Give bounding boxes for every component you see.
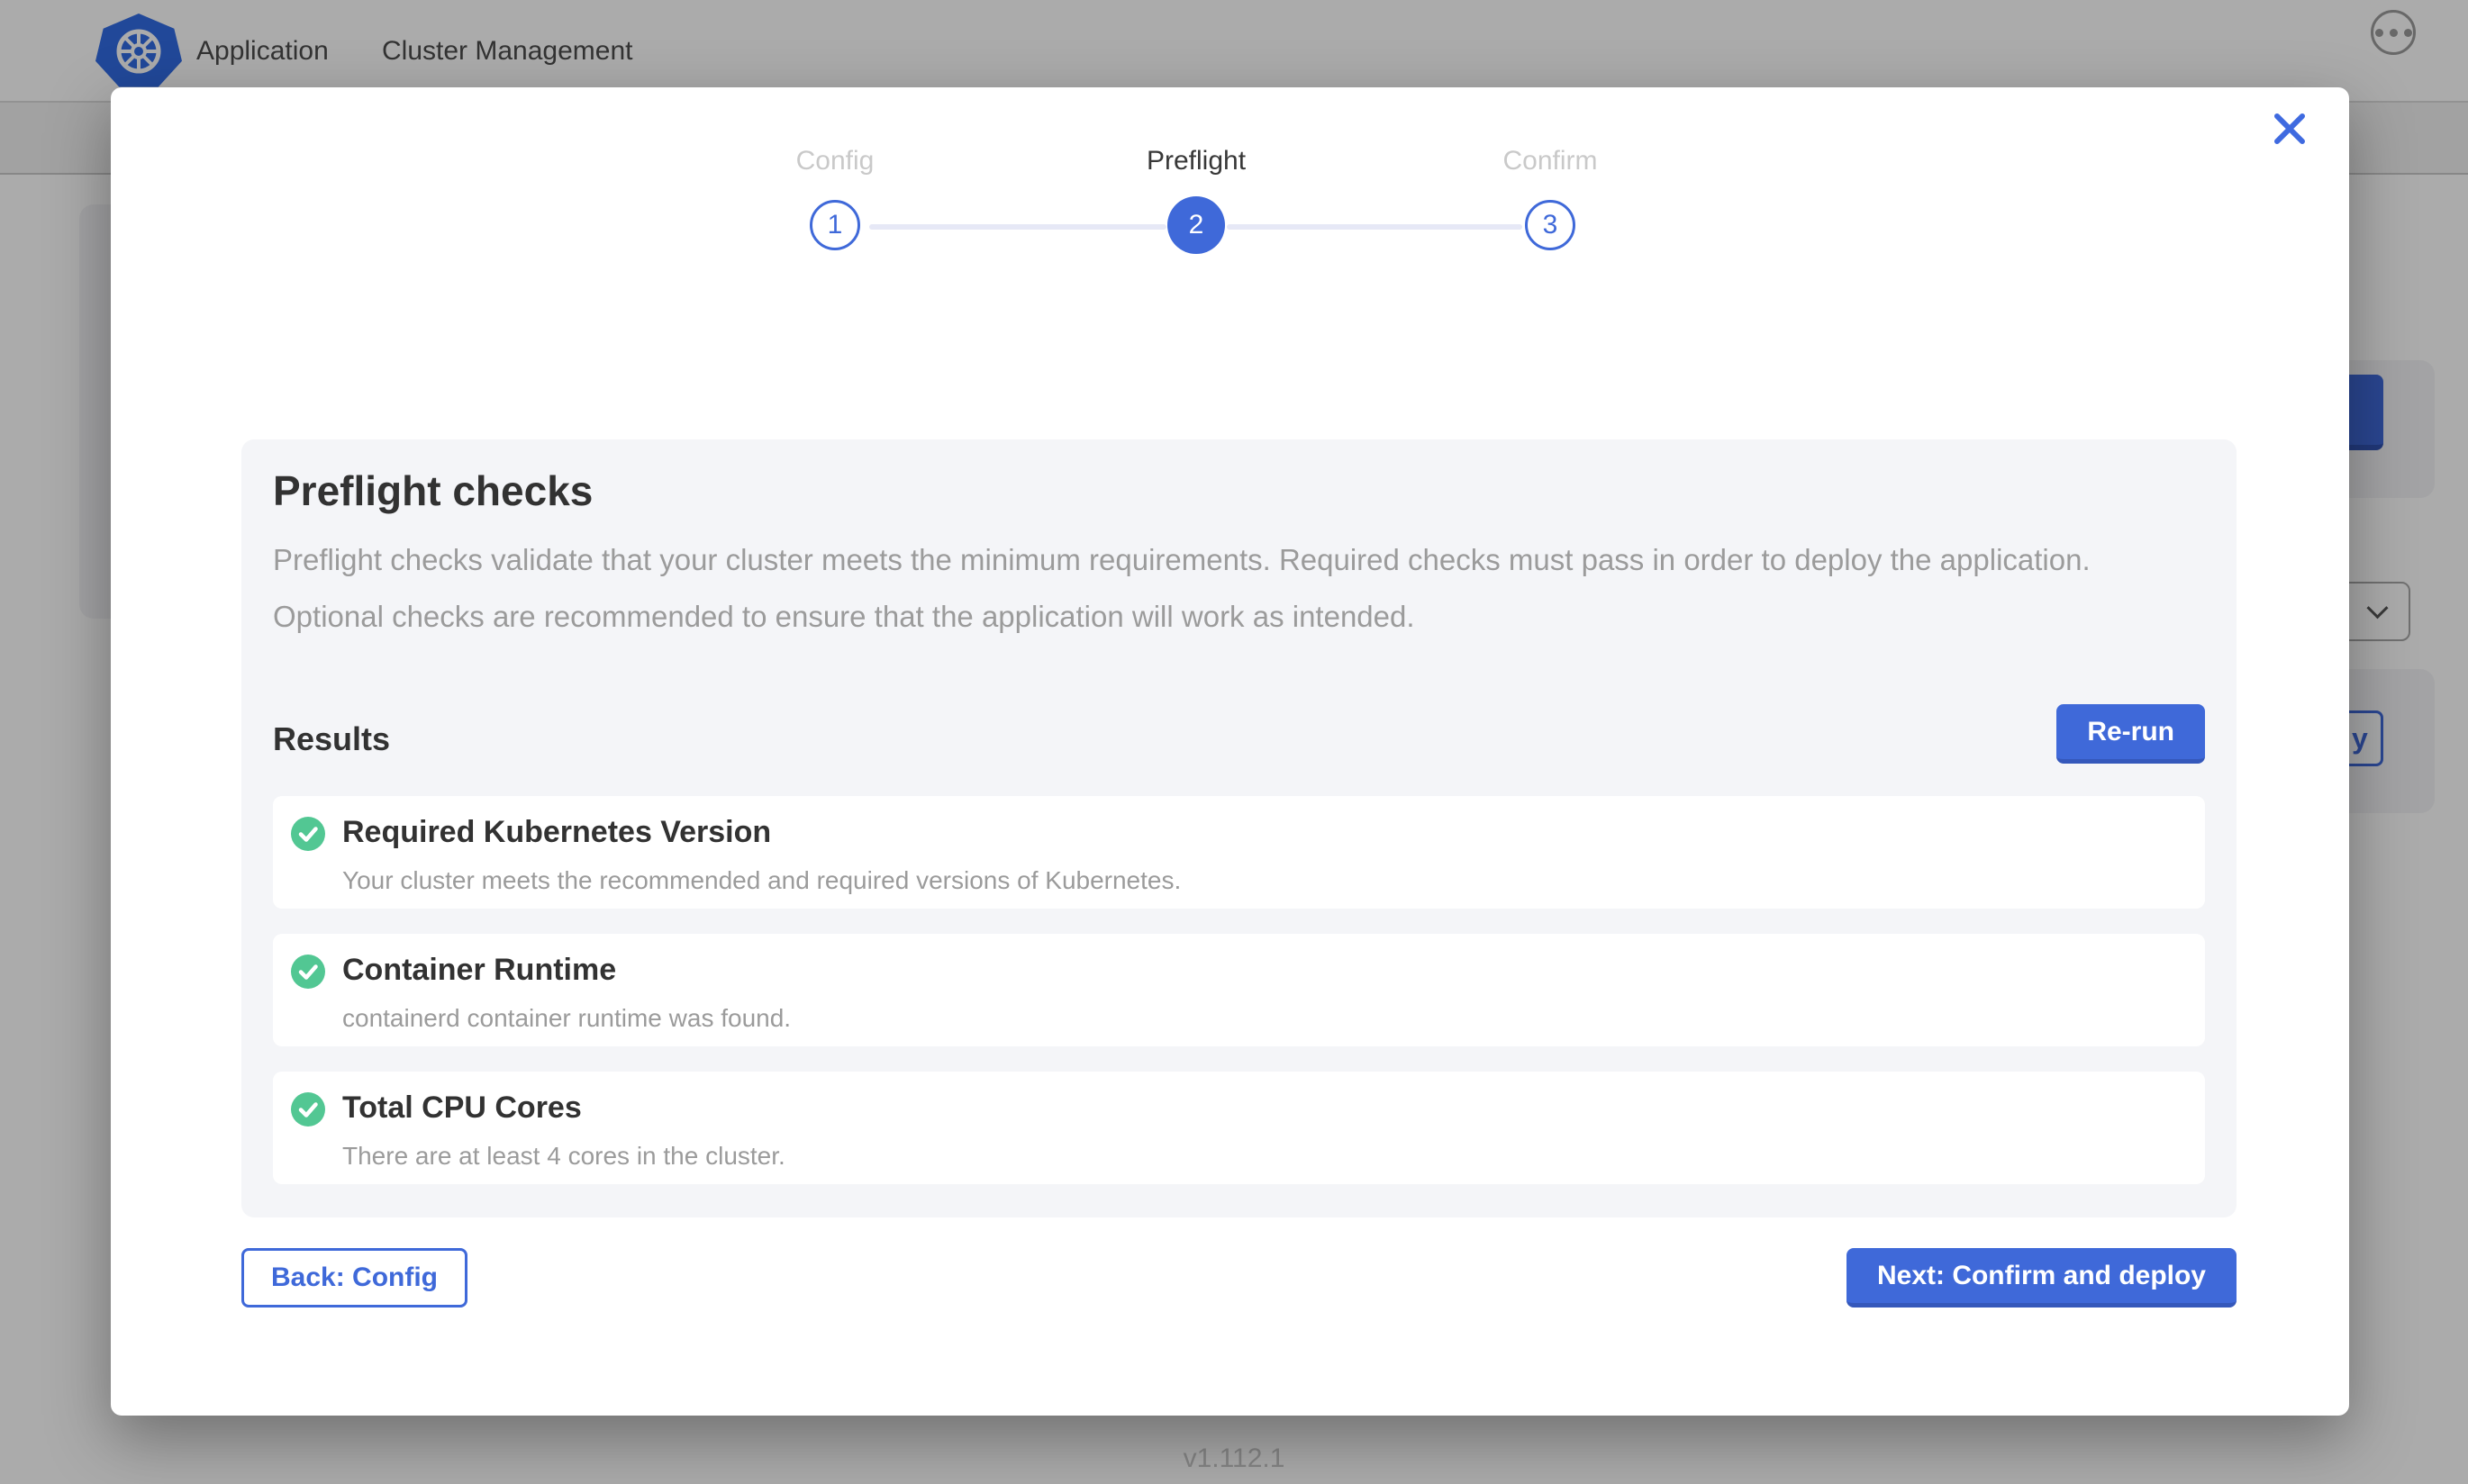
- check-card: Total CPU Cores There are at least 4 cor…: [273, 1072, 2205, 1184]
- step-label: Config: [682, 146, 988, 176]
- check-title: Total CPU Cores: [342, 1090, 785, 1126]
- back-button[interactable]: Back: Config: [241, 1248, 467, 1308]
- panel-title: Preflight checks: [273, 466, 2205, 515]
- step-label: Confirm: [1397, 146, 1703, 176]
- step-confirm[interactable]: Confirm 3: [1397, 146, 1703, 250]
- close-icon[interactable]: [2268, 107, 2311, 150]
- stepper-connector: [1227, 224, 1522, 230]
- rerun-button[interactable]: Re-run: [2056, 704, 2205, 764]
- stepper-connector: [869, 224, 1166, 230]
- step-label: Preflight: [1043, 146, 1349, 176]
- check-description: containerd container runtime was found.: [342, 1004, 791, 1033]
- check-pass-icon: [291, 955, 325, 989]
- preflight-panel: Preflight checks Preflight checks valida…: [241, 439, 2237, 1217]
- check-pass-icon: [291, 817, 325, 851]
- panel-description: Preflight checks validate that your clus…: [273, 531, 2205, 645]
- step-number: 1: [810, 200, 860, 250]
- check-card: Required Kubernetes Version Your cluster…: [273, 796, 2205, 909]
- check-pass-icon: [291, 1092, 325, 1127]
- check-title: Required Kubernetes Version: [342, 815, 1181, 850]
- check-description: There are at least 4 cores in the cluste…: [342, 1142, 785, 1171]
- check-list: Required Kubernetes Version Your cluster…: [273, 796, 2205, 1184]
- step-number: 3: [1525, 200, 1575, 250]
- preflight-modal: Config 1 Preflight 2 Confirm 3 Preflight…: [111, 87, 2349, 1416]
- check-description: Your cluster meets the recommended and r…: [342, 866, 1181, 895]
- step-number: 2: [1167, 196, 1225, 254]
- step-config[interactable]: Config 1: [682, 146, 988, 250]
- check-card: Container Runtime containerd container r…: [273, 934, 2205, 1046]
- results-heading: Results: [273, 720, 390, 758]
- step-preflight[interactable]: Preflight 2: [1043, 146, 1349, 254]
- check-title: Container Runtime: [342, 953, 791, 988]
- next-button[interactable]: Next: Confirm and deploy: [1846, 1248, 2237, 1308]
